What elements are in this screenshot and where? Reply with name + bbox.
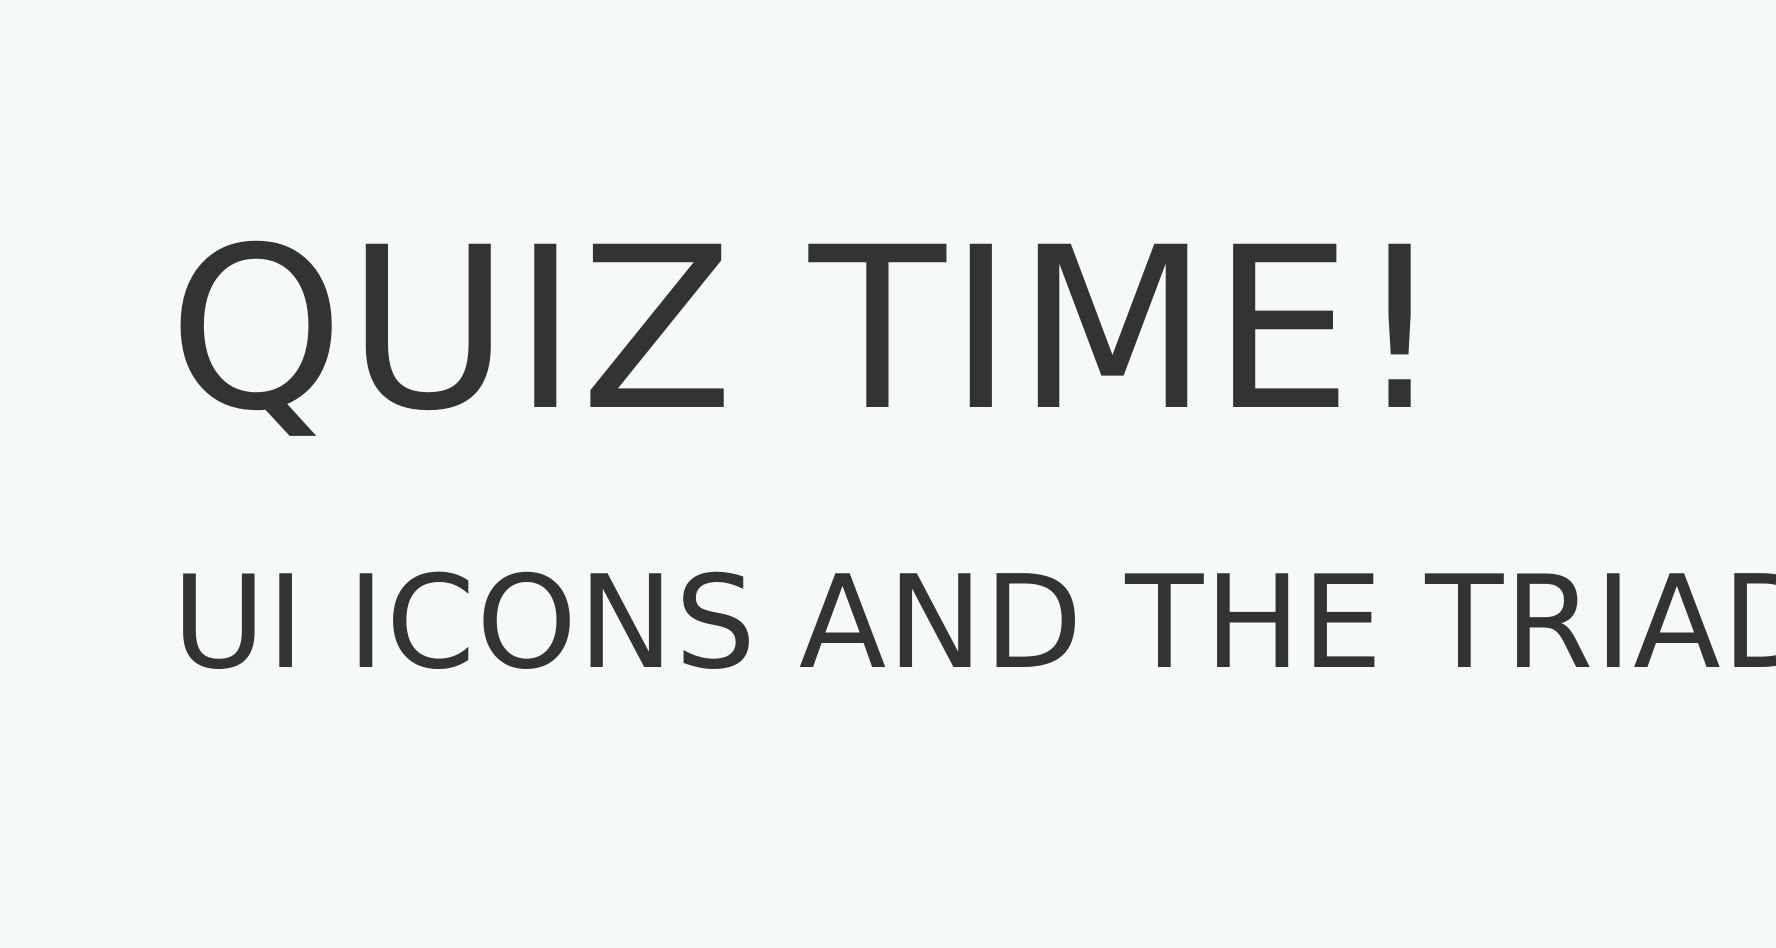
slide: QUIZ TIME! UI ICONS AND THE TRIAD <box>0 0 1776 948</box>
slide-subtitle: UI ICONS AND THE TRIAD <box>172 549 1776 698</box>
slide-title: QUIZ TIME! <box>168 199 1447 460</box>
